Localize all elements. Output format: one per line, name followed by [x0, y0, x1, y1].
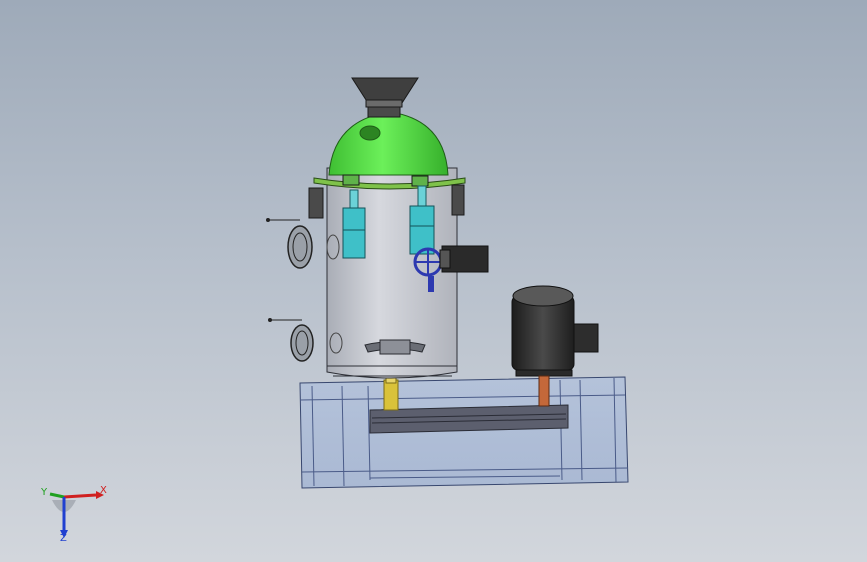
assembly-model[interactable]: [0, 0, 867, 562]
y-axis-label: Y: [41, 487, 48, 498]
drive-belt[interactable]: [369, 404, 569, 434]
z-axis-label: Z: [60, 533, 67, 544]
vessel-body[interactable]: [326, 167, 458, 379]
x-axis-label: X: [100, 485, 107, 496]
coordinate-triad: X Y Z: [38, 484, 108, 546]
valve-actuator[interactable]: [439, 245, 489, 273]
cad-viewport[interactable]: X Y Z: [0, 0, 867, 562]
vessel-dome[interactable]: [328, 111, 449, 176]
y-axis-arrow: [49, 492, 65, 499]
base-frame[interactable]: [299, 376, 629, 489]
feed-hopper[interactable]: [351, 77, 419, 118]
x-axis-arrow: [63, 493, 97, 499]
